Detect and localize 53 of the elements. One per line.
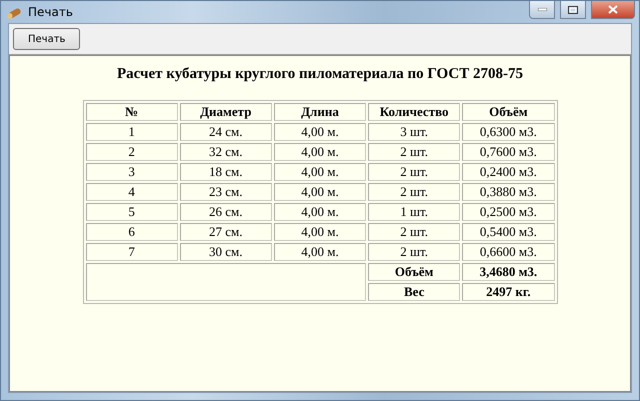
table-cell: 7 bbox=[86, 243, 178, 261]
table-cell: 2 шт. bbox=[368, 243, 460, 261]
table-cell: 4,00 м. bbox=[274, 123, 366, 141]
minimize-icon bbox=[538, 8, 546, 11]
total-label: Объём bbox=[368, 263, 460, 281]
table-cell: 4,00 м. bbox=[274, 163, 366, 181]
column-header: Диаметр bbox=[180, 103, 272, 121]
column-header: Длина bbox=[274, 103, 366, 121]
column-header: Количество bbox=[368, 103, 460, 121]
table-cell: 2 шт. bbox=[368, 143, 460, 161]
maximize-icon bbox=[568, 6, 578, 14]
table-cell: 4,00 м. bbox=[274, 203, 366, 221]
total-value: 3,4680 м3. bbox=[462, 263, 554, 281]
table-cell: 4,00 м. bbox=[274, 243, 366, 261]
table-cell: 4,00 м. bbox=[274, 223, 366, 241]
table-cell: 0,6600 м3. bbox=[462, 243, 554, 261]
table-cell: 2 шт. bbox=[368, 223, 460, 241]
table-cell: 0,2500 м3. bbox=[462, 203, 554, 221]
column-header: № bbox=[86, 103, 178, 121]
table-cell: 0,3880 м3. bbox=[462, 183, 554, 201]
table-cell: 2 шт. bbox=[368, 183, 460, 201]
table-cell: 4 bbox=[86, 183, 178, 201]
close-button[interactable] bbox=[591, 1, 635, 19]
table-cell: 24 см. bbox=[180, 123, 272, 141]
minimize-button[interactable] bbox=[529, 1, 555, 19]
table-cell: 1 шт. bbox=[368, 203, 460, 221]
window-title: Печать bbox=[28, 5, 74, 19]
table-cell: 1 bbox=[86, 123, 178, 141]
report-title: Расчет кубатуры круглого пиломатериала по ГОСТ 2708-75 bbox=[117, 66, 523, 83]
table-cell: 26 см. bbox=[180, 203, 272, 221]
print-button[interactable]: Печать bbox=[13, 28, 80, 50]
table-cell: 0,2400 м3. bbox=[462, 163, 554, 181]
table-cell: 0,6300 м3. bbox=[462, 123, 554, 141]
column-header: Объём bbox=[462, 103, 554, 121]
table-cell: 30 см. bbox=[180, 243, 272, 261]
table-cell: 2 bbox=[86, 143, 178, 161]
table-cell: 5 bbox=[86, 203, 178, 221]
total-value: 2497 кг. bbox=[462, 283, 554, 301]
table-cell: 3 шт. bbox=[368, 123, 460, 141]
table-cell: 6 bbox=[86, 223, 178, 241]
maximize-button[interactable] bbox=[560, 1, 586, 19]
table-cell: 4,00 м. bbox=[274, 183, 366, 201]
table-cell: 18 см. bbox=[180, 163, 272, 181]
table-cell: 3 bbox=[86, 163, 178, 181]
close-icon bbox=[608, 5, 618, 14]
table-cell: 2 шт. bbox=[368, 163, 460, 181]
table-cell: 0,5400 м3. bbox=[462, 223, 554, 241]
table-cell: 4,00 м. bbox=[274, 143, 366, 161]
table-cell: 0,7600 м3. bbox=[462, 143, 554, 161]
total-label: Вес bbox=[368, 283, 460, 301]
table-cell: 23 см. bbox=[180, 183, 272, 201]
table-cell: 27 см. bbox=[180, 223, 272, 241]
table-cell: 32 см. bbox=[180, 143, 272, 161]
